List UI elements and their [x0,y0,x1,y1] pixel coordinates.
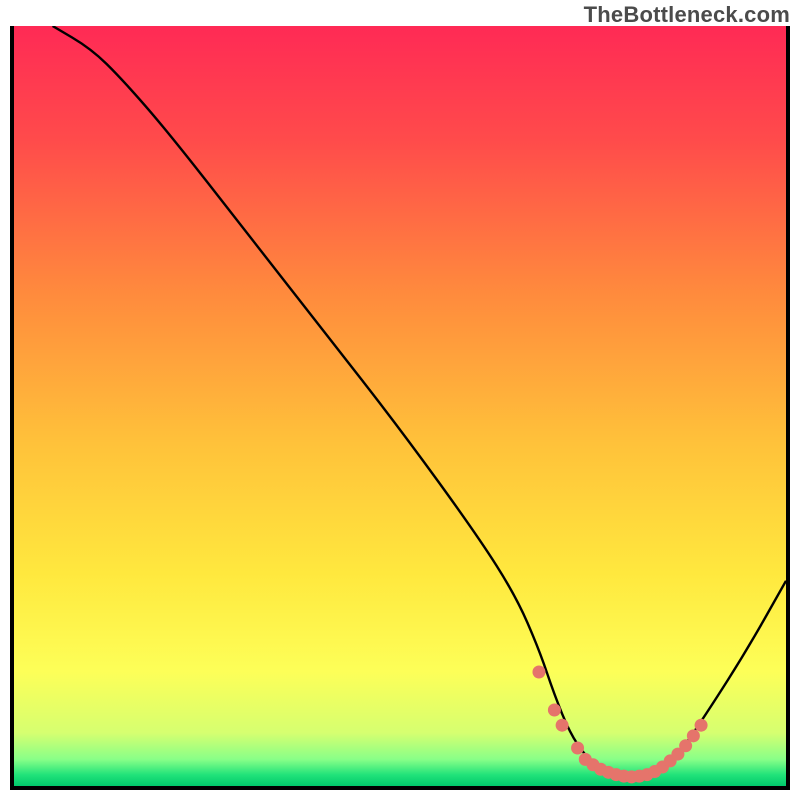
chart-frame [10,26,790,790]
watermark-text: TheBottleneck.com [584,2,790,28]
